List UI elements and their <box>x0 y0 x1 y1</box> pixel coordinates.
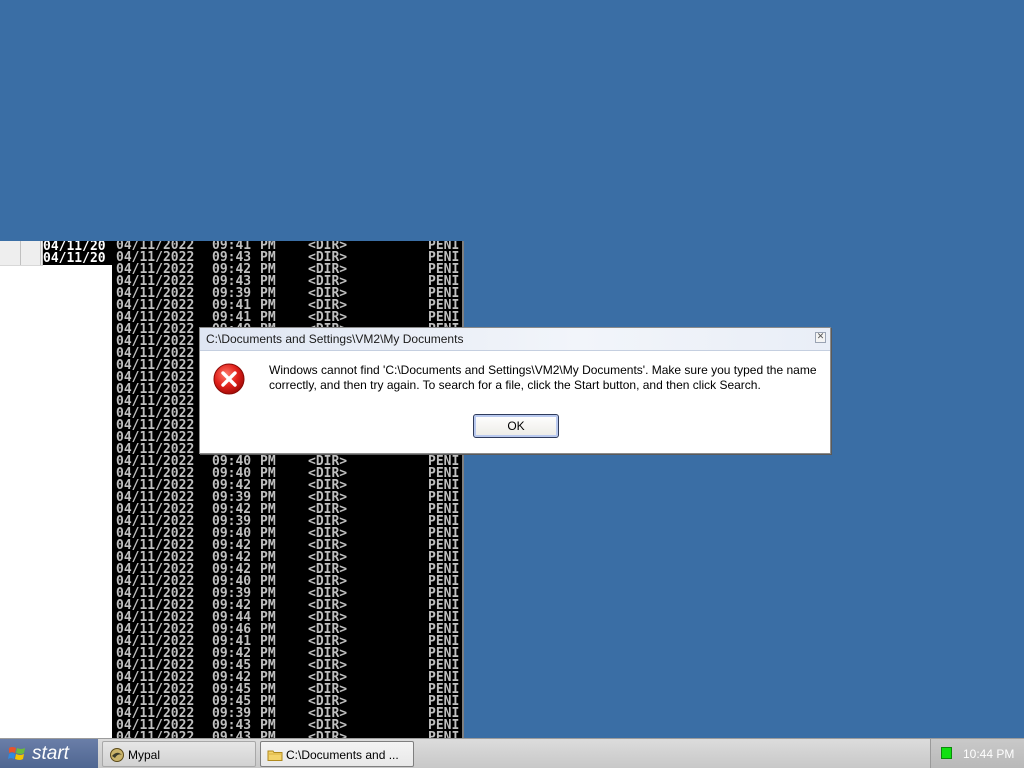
start-label: start <box>32 743 69 764</box>
dialog-title: C:\Documents and Settings\VM2\My Documen… <box>206 332 464 346</box>
console-output: 04/11/2022 09:41 PM <DIR> PENI 04/11/2022 09:4… <box>116 241 459 738</box>
ok-button[interactable]: OK <box>473 414 559 438</box>
folder-icon <box>267 750 283 761</box>
background-window[interactable]: 04/11/20 04/11/20 <box>0 241 112 738</box>
taskbar-item-mypal[interactable]: Mypal <box>102 741 256 767</box>
taskbar-item-explorer[interactable]: C:\Documents and ... <box>260 741 414 767</box>
partial-line: 04/11/20 <box>43 251 106 266</box>
command-prompt-window[interactable]: 04/11/2022 09:41 PM <DIR> PENI 04/11/2022 09:4… <box>112 241 464 738</box>
toolbar-divider <box>40 241 41 265</box>
error-dialog[interactable]: C:\Documents and Settings\VM2\My Documen… <box>199 327 831 454</box>
system-tray: 10:44 PM <box>930 739 1024 768</box>
network-status-icon[interactable] <box>941 747 952 759</box>
windows-logo-icon <box>8 747 25 760</box>
dialog-titlebar[interactable]: C:\Documents and Settings\VM2\My Documen… <box>200 328 830 351</box>
start-button[interactable]: start <box>0 739 98 768</box>
taskbar-item-label: Mypal <box>128 748 161 762</box>
toolbar-divider <box>20 241 21 265</box>
partial-console-text: 04/11/20 04/11/20 <box>43 241 112 265</box>
taskbar-item-label: C:\Documents and ... <box>286 748 399 762</box>
clock[interactable]: 10:44 PM <box>963 747 1014 761</box>
window-toolbar <box>0 241 43 266</box>
dialog-message: Windows cannot find 'C:\Documents and Se… <box>269 363 817 392</box>
mypal-icon <box>110 748 124 762</box>
close-button[interactable]: ✕ <box>815 332 826 343</box>
taskbar: start Mypal C:\Documents and ... 10:44 P… <box>0 738 1024 768</box>
error-icon <box>213 363 245 395</box>
